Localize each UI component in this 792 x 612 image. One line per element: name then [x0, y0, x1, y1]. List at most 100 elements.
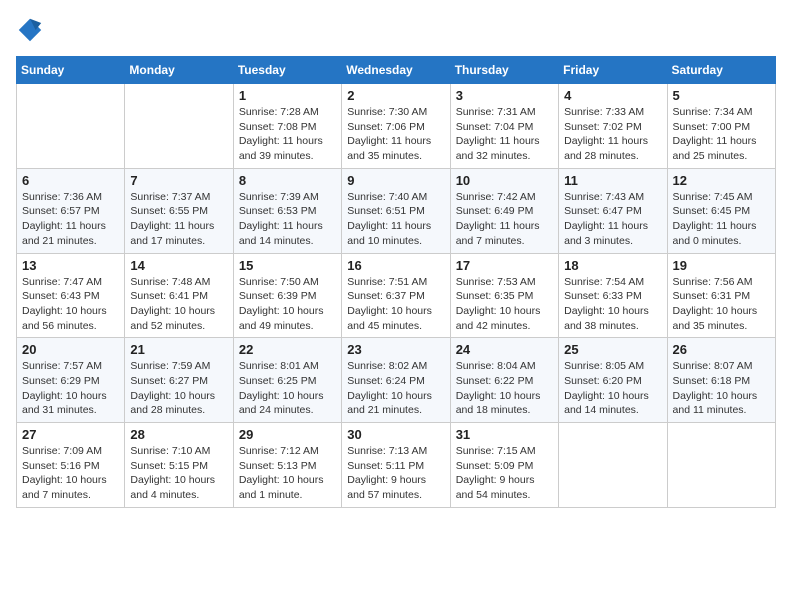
day-info: Sunrise: 7:50 AMSunset: 6:39 PMDaylight:…: [239, 275, 336, 334]
day-number: 4: [564, 88, 661, 103]
calendar-cell: 29 Sunrise: 7:12 AMSunset: 5:13 PMDayligh…: [233, 423, 341, 508]
day-info: Sunrise: 7:53 AMSunset: 6:35 PMDaylight:…: [456, 275, 553, 334]
calendar-cell: [667, 423, 775, 508]
day-number: 24: [456, 342, 553, 357]
day-info: Sunrise: 7:15 AMSunset: 5:09 PMDaylight:…: [456, 444, 553, 503]
day-info: Sunrise: 7:36 AMSunset: 6:57 PMDaylight:…: [22, 190, 119, 249]
calendar-cell: 1 Sunrise: 7:28 AMSunset: 7:08 PMDaylight…: [233, 84, 341, 169]
day-info: Sunrise: 7:42 AMSunset: 6:49 PMDaylight:…: [456, 190, 553, 249]
day-number: 1: [239, 88, 336, 103]
day-info: Sunrise: 8:04 AMSunset: 6:22 PMDaylight:…: [456, 359, 553, 418]
day-info: Sunrise: 8:05 AMSunset: 6:20 PMDaylight:…: [564, 359, 661, 418]
page-header: [16, 16, 776, 44]
calendar-cell: 24 Sunrise: 8:04 AMSunset: 6:22 PMDayligh…: [450, 338, 558, 423]
calendar-body: 1 Sunrise: 7:28 AMSunset: 7:08 PMDaylight…: [17, 84, 776, 508]
calendar-cell: 8 Sunrise: 7:39 AMSunset: 6:53 PMDaylight…: [233, 168, 341, 253]
day-number: 27: [22, 427, 119, 442]
day-number: 21: [130, 342, 227, 357]
calendar-cell: 6Sunrise: 7:36 AMSunset: 6:57 PMDaylight…: [17, 168, 125, 253]
day-info: Sunrise: 7:59 AMSunset: 6:27 PMDaylight:…: [130, 359, 227, 418]
day-number: 17: [456, 258, 553, 273]
calendar-cell: 23 Sunrise: 8:02 AMSunset: 6:24 PMDayligh…: [342, 338, 450, 423]
day-number: 9: [347, 173, 444, 188]
day-info: Sunrise: 8:07 AMSunset: 6:18 PMDaylight:…: [673, 359, 770, 418]
day-info: Sunrise: 7:56 AMSunset: 6:31 PMDaylight:…: [673, 275, 770, 334]
calendar-cell: 5 Sunrise: 7:34 AMSunset: 7:00 PMDaylight…: [667, 84, 775, 169]
weekday-header: Sunday: [17, 57, 125, 84]
calendar-cell: 14 Sunrise: 7:48 AMSunset: 6:41 PMDayligh…: [125, 253, 233, 338]
day-info: Sunrise: 7:51 AMSunset: 6:37 PMDaylight:…: [347, 275, 444, 334]
day-info: Sunrise: 8:02 AMSunset: 6:24 PMDaylight:…: [347, 359, 444, 418]
day-info: Sunrise: 7:48 AMSunset: 6:41 PMDaylight:…: [130, 275, 227, 334]
day-info: Sunrise: 7:10 AMSunset: 5:15 PMDaylight:…: [130, 444, 227, 503]
day-info: Sunrise: 7:31 AMSunset: 7:04 PMDaylight:…: [456, 105, 553, 164]
day-info: Sunrise: 7:45 AMSunset: 6:45 PMDaylight:…: [673, 190, 770, 249]
calendar-cell: 15 Sunrise: 7:50 AMSunset: 6:39 PMDayligh…: [233, 253, 341, 338]
calendar-cell: 17 Sunrise: 7:53 AMSunset: 6:35 PMDayligh…: [450, 253, 558, 338]
calendar-cell: 28Sunrise: 7:10 AMSunset: 5:15 PMDayligh…: [125, 423, 233, 508]
day-info: Sunrise: 7:43 AMSunset: 6:47 PMDaylight:…: [564, 190, 661, 249]
day-number: 18: [564, 258, 661, 273]
day-number: 16: [347, 258, 444, 273]
calendar-cell: 16 Sunrise: 7:51 AMSunset: 6:37 PMDayligh…: [342, 253, 450, 338]
calendar-cell: 10Sunrise: 7:42 AMSunset: 6:49 PMDayligh…: [450, 168, 558, 253]
calendar-cell: 19 Sunrise: 7:56 AMSunset: 6:31 PMDayligh…: [667, 253, 775, 338]
day-info: Sunrise: 7:34 AMSunset: 7:00 PMDaylight:…: [673, 105, 770, 164]
logo: [16, 16, 48, 44]
calendar-cell: 13Sunrise: 7:47 AMSunset: 6:43 PMDayligh…: [17, 253, 125, 338]
calendar-cell: [559, 423, 667, 508]
day-number: 23: [347, 342, 444, 357]
calendar-cell: 31 Sunrise: 7:15 AMSunset: 5:09 PMDayligh…: [450, 423, 558, 508]
day-number: 5: [673, 88, 770, 103]
weekday-header: Tuesday: [233, 57, 341, 84]
weekday-header: Friday: [559, 57, 667, 84]
calendar-cell: [125, 84, 233, 169]
day-info: Sunrise: 7:47 AMSunset: 6:43 PMDaylight:…: [22, 275, 119, 334]
day-info: Sunrise: 7:54 AMSunset: 6:33 PMDaylight:…: [564, 275, 661, 334]
calendar-cell: 18 Sunrise: 7:54 AMSunset: 6:33 PMDayligh…: [559, 253, 667, 338]
day-number: 19: [673, 258, 770, 273]
calendar-table: SundayMondayTuesdayWednesdayThursdayFrid…: [16, 56, 776, 508]
day-number: 30: [347, 427, 444, 442]
day-number: 31: [456, 427, 553, 442]
day-info: Sunrise: 8:01 AMSunset: 6:25 PMDaylight:…: [239, 359, 336, 418]
calendar-cell: 22Sunrise: 8:01 AMSunset: 6:25 PMDayligh…: [233, 338, 341, 423]
calendar-cell: 26Sunrise: 8:07 AMSunset: 6:18 PMDayligh…: [667, 338, 775, 423]
day-number: 12: [673, 173, 770, 188]
calendar-cell: 3 Sunrise: 7:31 AMSunset: 7:04 PMDaylight…: [450, 84, 558, 169]
day-info: Sunrise: 7:28 AMSunset: 7:08 PMDaylight:…: [239, 105, 336, 164]
day-info: Sunrise: 7:12 AMSunset: 5:13 PMDaylight:…: [239, 444, 336, 503]
day-number: 7: [130, 173, 227, 188]
calendar-week-row: 27 Sunrise: 7:09 AMSunset: 5:16 PMDayligh…: [17, 423, 776, 508]
day-info: Sunrise: 7:57 AMSunset: 6:29 PMDaylight:…: [22, 359, 119, 418]
day-info: Sunrise: 7:37 AMSunset: 6:55 PMDaylight:…: [130, 190, 227, 249]
calendar-cell: 25Sunrise: 8:05 AMSunset: 6:20 PMDayligh…: [559, 338, 667, 423]
calendar-cell: 12 Sunrise: 7:45 AMSunset: 6:45 PMDayligh…: [667, 168, 775, 253]
calendar-cell: 20Sunrise: 7:57 AMSunset: 6:29 PMDayligh…: [17, 338, 125, 423]
calendar-week-row: 6Sunrise: 7:36 AMSunset: 6:57 PMDaylight…: [17, 168, 776, 253]
day-number: 3: [456, 88, 553, 103]
day-number: 11: [564, 173, 661, 188]
day-number: 14: [130, 258, 227, 273]
calendar-cell: 9Sunrise: 7:40 AMSunset: 6:51 PMDaylight…: [342, 168, 450, 253]
calendar-cell: 30 Sunrise: 7:13 AMSunset: 5:11 PMDayligh…: [342, 423, 450, 508]
calendar-week-row: 13Sunrise: 7:47 AMSunset: 6:43 PMDayligh…: [17, 253, 776, 338]
calendar-cell: 27 Sunrise: 7:09 AMSunset: 5:16 PMDayligh…: [17, 423, 125, 508]
day-info: Sunrise: 7:13 AMSunset: 5:11 PMDaylight:…: [347, 444, 444, 503]
weekday-header: Thursday: [450, 57, 558, 84]
day-number: 8: [239, 173, 336, 188]
day-number: 15: [239, 258, 336, 273]
calendar-cell: [17, 84, 125, 169]
weekday-header: Wednesday: [342, 57, 450, 84]
day-number: 29: [239, 427, 336, 442]
weekday-header: Monday: [125, 57, 233, 84]
day-info: Sunrise: 7:09 AMSunset: 5:16 PMDaylight:…: [22, 444, 119, 503]
day-info: Sunrise: 7:39 AMSunset: 6:53 PMDaylight:…: [239, 190, 336, 249]
day-info: Sunrise: 7:30 AMSunset: 7:06 PMDaylight:…: [347, 105, 444, 164]
day-number: 2: [347, 88, 444, 103]
weekday-header-row: SundayMondayTuesdayWednesdayThursdayFrid…: [17, 57, 776, 84]
logo-icon: [16, 16, 44, 44]
calendar-week-row: 1 Sunrise: 7:28 AMSunset: 7:08 PMDaylight…: [17, 84, 776, 169]
calendar-cell: 4 Sunrise: 7:33 AMSunset: 7:02 PMDaylight…: [559, 84, 667, 169]
day-info: Sunrise: 7:33 AMSunset: 7:02 PMDaylight:…: [564, 105, 661, 164]
